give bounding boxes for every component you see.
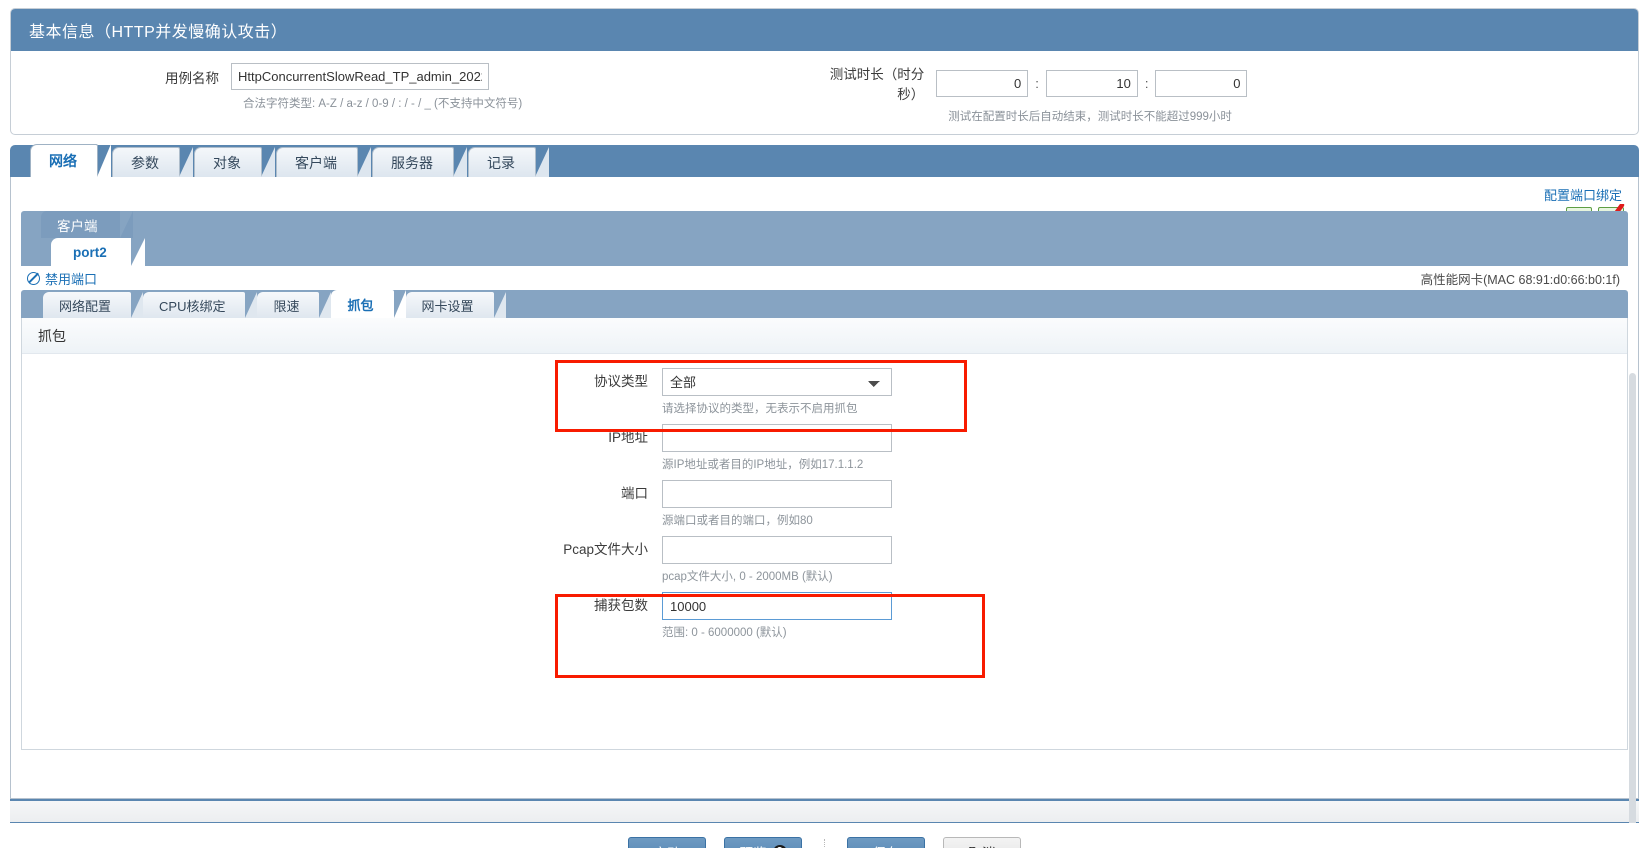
case-name-label: 用例名称 xyxy=(165,70,219,86)
client-tab-bar: 客户端 xyxy=(21,211,1628,238)
test-duration-row: 测试时长（时分秒） : : xyxy=(810,63,1248,103)
pcap-file-size-control: pcap文件大小, 0 - 2000MB (默认) xyxy=(662,536,892,584)
case-name-row: 用例名称 xyxy=(151,63,522,90)
ip-address-hint: 源IP地址或者目的IP地址，例如17.1.1.2 xyxy=(662,459,864,471)
field-row-pcap-file-size: Pcap文件大小 pcap文件大小, 0 - 2000MB (默认) xyxy=(22,536,1627,584)
pcap-file-size-input[interactable] xyxy=(662,536,892,564)
inner-tab-packet-capture-label: 抓包 xyxy=(347,297,374,313)
capture-packet-count-control: 范围: 0 - 6000000 (默认) xyxy=(662,592,892,640)
duration-seconds-input[interactable] xyxy=(1155,69,1248,97)
pcap-file-size-label: Pcap文件大小 xyxy=(563,542,648,557)
test-duration-hint: 测试在配置时长后自动结束，测试时长不能超过999小时 xyxy=(948,111,1232,123)
capture-packet-count-input[interactable] xyxy=(662,592,892,620)
test-duration-label: 测试时长（时分秒） xyxy=(829,67,925,102)
disable-port-link[interactable]: 禁用端口 xyxy=(45,269,97,288)
protocol-type-select[interactable]: 全部 xyxy=(662,368,892,396)
inner-tab-cpu-binding[interactable]: CPU核绑定 xyxy=(143,292,258,318)
inner-tab-nic-settings[interactable]: 网卡设置 xyxy=(405,292,506,318)
field-row-protocol-type: 协议类型 全部 请选择协议的类型，无表示不启用抓包 xyxy=(22,368,1627,416)
tab-records[interactable]: 记录 xyxy=(468,147,549,177)
duration-hours-input[interactable] xyxy=(936,69,1029,97)
field-row-capture-packet-count: 捕获包数 范围: 0 - 6000000 (默认) xyxy=(22,592,1627,640)
ip-address-input[interactable] xyxy=(662,424,892,452)
save-button[interactable]: 保存 xyxy=(847,837,925,848)
content-scrollbar[interactable] xyxy=(1629,373,1636,848)
test-duration-group: 测试时长（时分秒） : : 测试在配置时长后自动结束，测试时长不能超过999小时 xyxy=(810,63,1248,124)
client-side-tab[interactable]: 客户端 xyxy=(41,211,132,238)
basic-info-header: 基本信息（HTTP并发慢确认攻击） xyxy=(11,9,1638,51)
nic-info-text: 高性能网卡(MAC 68:91:d0:66:b0:1f) xyxy=(1420,273,1620,287)
tab-client-label: 客户端 xyxy=(295,154,337,171)
app-root: 基本信息（HTTP并发慢确认攻击） 用例名称 合法字符类型: A-Z / a-z… xyxy=(0,0,1649,848)
client-port-section: 客户端 port2 禁用端口 高性能网卡(MAC 68:91:d0:66:b0:… xyxy=(21,211,1628,290)
duration-minutes-input[interactable] xyxy=(1045,69,1138,97)
preview-button[interactable]: 预览 ? xyxy=(724,837,802,848)
cancel-button-label: 取消 xyxy=(969,842,996,848)
port-tab-port2-label: port2 xyxy=(73,244,107,260)
case-name-input[interactable] xyxy=(231,63,489,90)
disable-port-row: 禁用端口 高性能网卡(MAC 68:91:d0:66:b0:1f) xyxy=(21,266,1628,290)
tab-network[interactable]: 网络 xyxy=(30,144,111,177)
port-tab-port2[interactable]: port2 xyxy=(51,238,145,266)
tab-server[interactable]: 服务器 xyxy=(372,147,467,177)
tab-network-label: 网络 xyxy=(49,153,77,169)
network-tab-panel: 配置端口绑定 客户端 port2 禁用端口 高性能网卡(MAC 68:91:d0… xyxy=(10,177,1639,848)
footer-action-bar: 启动 预览 ? 保存 取消 CSDN @北京网测科技有限公司 xyxy=(10,823,1639,848)
duration-separator-2: : xyxy=(1144,75,1149,91)
capture-packet-count-hint: 范围: 0 - 6000000 (默认) xyxy=(662,627,787,639)
case-name-group: 用例名称 合法字符类型: A-Z / a-z / 0-9 / : / - / _… xyxy=(151,63,522,124)
inner-tab-network-config[interactable]: 网络配置 xyxy=(43,292,144,318)
prohibition-icon xyxy=(27,271,40,285)
protocol-type-hint: 请选择协议的类型，无表示不启用抓包 xyxy=(662,403,858,415)
tab-server-label: 服务器 xyxy=(391,154,433,171)
port-inner-tab-bar: 网络配置 CPU核绑定 限速 抓包 网卡设置 xyxy=(21,290,1628,318)
ip-address-label: IP地址 xyxy=(608,430,648,445)
protocol-type-control: 全部 请选择协议的类型，无表示不启用抓包 xyxy=(662,368,892,416)
preview-button-label: 预览 xyxy=(740,842,767,848)
configure-port-binding-link[interactable]: 配置端口绑定 xyxy=(1544,185,1622,204)
port-tab-bar: port2 xyxy=(21,238,1628,266)
inner-tab-nic-settings-label: 网卡设置 xyxy=(421,298,474,314)
start-button[interactable]: 启动 xyxy=(628,837,706,848)
port-input[interactable] xyxy=(662,480,892,508)
pcap-file-size-hint: pcap文件大小, 0 - 2000MB (默认) xyxy=(662,571,833,583)
tab-parameters-label: 参数 xyxy=(131,154,159,171)
footer-separator xyxy=(10,799,1639,823)
inner-tab-cpu-binding-label: CPU核绑定 xyxy=(159,298,226,314)
capture-section-title: 抓包 xyxy=(22,318,1627,354)
port-label: 端口 xyxy=(621,486,648,501)
port-hint: 源端口或者目的端口，例如80 xyxy=(662,515,813,527)
tab-client[interactable]: 客户端 xyxy=(276,147,371,177)
basic-info-panel: 基本信息（HTTP并发慢确认攻击） 用例名称 合法字符类型: A-Z / a-z… xyxy=(10,8,1639,135)
capture-form-card: 抓包 协议类型 全部 请选择协议的类型，无表示不启用抓包 IP地址 源IP地址或… xyxy=(21,318,1628,750)
main-tab-strip: 网络 参数 对象 客户端 服务器 记录 xyxy=(10,144,1639,177)
inner-tab-packet-capture[interactable]: 抓包 xyxy=(331,290,406,318)
client-side-tab-label: 客户端 xyxy=(57,218,98,234)
start-button-label: 启动 xyxy=(654,842,681,848)
tab-objects-label: 对象 xyxy=(213,154,241,171)
ip-address-control: 源IP地址或者目的IP地址，例如17.1.1.2 xyxy=(662,424,892,472)
save-button-label: 保存 xyxy=(873,842,900,848)
cancel-button[interactable]: 取消 xyxy=(943,837,1021,848)
capture-packet-count-label: 捕获包数 xyxy=(594,598,648,613)
protocol-type-label: 协议类型 xyxy=(594,374,648,389)
field-row-port: 端口 源端口或者目的端口，例如80 xyxy=(22,480,1627,528)
capture-form-body: 协议类型 全部 请选择协议的类型，无表示不启用抓包 IP地址 源IP地址或者目的… xyxy=(22,354,1627,678)
basic-info-body: 用例名称 合法字符类型: A-Z / a-z / 0-9 / : / - / _… xyxy=(11,51,1638,134)
inner-tab-rate-limit-label: 限速 xyxy=(273,298,300,314)
duration-separator-1: : xyxy=(1035,75,1039,91)
inner-tab-rate-limit[interactable]: 限速 xyxy=(257,292,332,318)
inner-tab-network-config-label: 网络配置 xyxy=(59,298,112,314)
tab-parameters[interactable]: 参数 xyxy=(112,147,193,177)
case-name-hint: 合法字符类型: A-Z / a-z / 0-9 / : / - / _ (不支持… xyxy=(243,98,523,110)
port-control: 源端口或者目的端口，例如80 xyxy=(662,480,892,528)
field-row-ip-address: IP地址 源IP地址或者目的IP地址，例如17.1.1.2 xyxy=(22,424,1627,472)
tab-objects[interactable]: 对象 xyxy=(194,147,275,177)
tab-records-label: 记录 xyxy=(487,154,515,171)
footer-divider xyxy=(824,839,825,848)
